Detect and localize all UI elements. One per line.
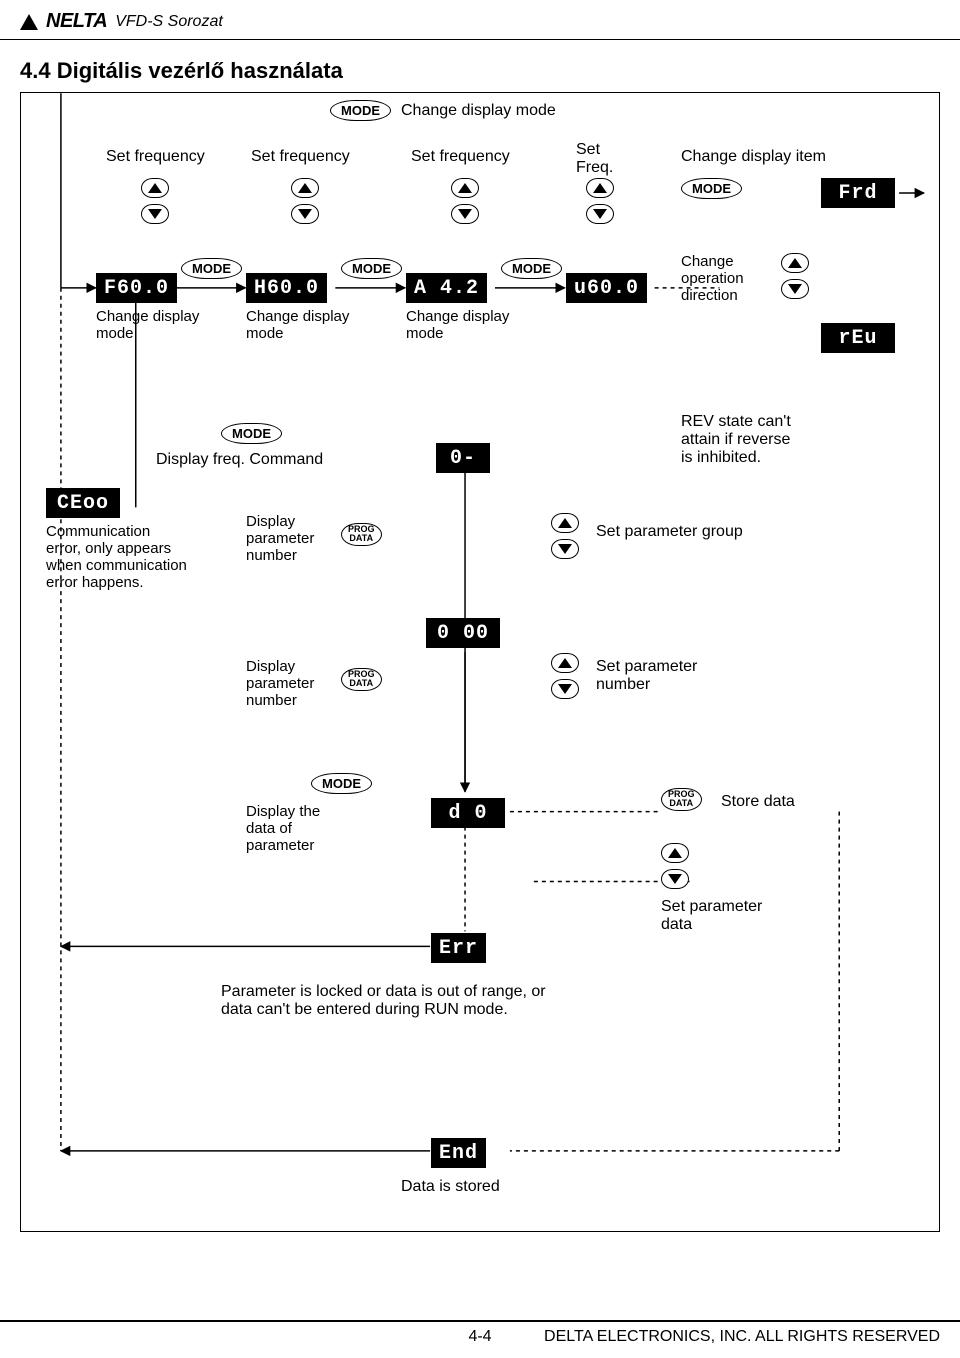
updown-setfreq-3[interactable] <box>451 178 479 224</box>
display-000: 0 00 <box>426 618 500 648</box>
data-label: DATA <box>349 679 373 688</box>
label-set-param-number: Set parameter number <box>596 658 697 694</box>
label-set-frequency-3: Set frequency <box>411 148 510 166</box>
arrow-down-icon[interactable] <box>586 204 614 224</box>
diagram-canvas: Set frequency Set frequency Set frequenc… <box>20 92 940 1232</box>
updown-setfreq-4[interactable] <box>586 178 614 224</box>
display-ceoo: CEoo <box>46 488 120 518</box>
mode-button-data[interactable]: MODE <box>311 773 372 794</box>
display-end: End <box>431 1138 486 1168</box>
label-store-data: Store data <box>721 793 795 811</box>
data-label: DATA <box>349 534 373 543</box>
arrow-up-icon[interactable] <box>451 178 479 198</box>
page-number: 4-4 <box>468 1328 491 1346</box>
display-u600: u60.0 <box>566 273 647 303</box>
footer-copyright: DELTA ELECTRONICS, INC. ALL RIGHTS RESER… <box>544 1328 940 1346</box>
label-disp-param-num-2: Display parameter number <box>246 658 314 709</box>
series-name: VFD-S Sorozat <box>115 13 223 31</box>
arrow-down-icon[interactable] <box>781 279 809 299</box>
updown-setfreq-2[interactable] <box>291 178 319 224</box>
arrow-down-icon[interactable] <box>661 869 689 889</box>
page-header: NELTA VFD-S Sorozat <box>0 0 960 40</box>
label-set-frequency-1: Set frequency <box>106 148 205 166</box>
updown-param-number[interactable] <box>551 653 579 699</box>
mode-button-frd[interactable]: MODE <box>681 178 742 199</box>
display-reu: rEu <box>821 323 895 353</box>
data-label: DATA <box>669 799 693 808</box>
arrow-up-icon[interactable] <box>291 178 319 198</box>
arrow-up-icon[interactable] <box>781 253 809 273</box>
label-disp-param-num-1: Display parameter number <box>246 513 314 564</box>
display-a42: A 4.2 <box>406 273 487 303</box>
display-zero-dash: 0- <box>436 443 490 473</box>
arrow-down-icon[interactable] <box>551 679 579 699</box>
arrow-down-icon[interactable] <box>291 204 319 224</box>
arrow-up-icon[interactable] <box>551 653 579 673</box>
arrow-up-icon[interactable] <box>661 843 689 863</box>
section-title: 4.4 Digitális vezérlő használata <box>0 40 960 92</box>
prog-data-button-store[interactable]: PROG DATA <box>661 788 702 811</box>
label-data-stored: Data is stored <box>401 1178 500 1196</box>
mode-button-1[interactable]: MODE <box>181 258 242 279</box>
arrow-down-icon[interactable] <box>551 539 579 559</box>
mode-button-3[interactable]: MODE <box>501 258 562 279</box>
label-display-data-of-param: Display the data of parameter <box>246 803 320 854</box>
display-d0: d 0 <box>431 798 505 828</box>
label-display-freq-cmd: Display freq. Command <box>156 451 323 469</box>
label-set-freq-short: Set Freq. <box>576 141 613 177</box>
arrow-down-icon[interactable] <box>451 204 479 224</box>
label-cdm-2: Change display mode <box>246 308 349 342</box>
delta-logo-icon <box>20 14 38 30</box>
label-cdm-1: Change display mode <box>96 308 199 342</box>
prog-data-button-2[interactable]: PROG DATA <box>341 668 382 691</box>
label-change-display-item: Change display item <box>681 148 826 166</box>
label-rev-note: REV state can't attain if reverse is inh… <box>681 413 791 467</box>
arrow-up-icon[interactable] <box>141 178 169 198</box>
updown-op-dir[interactable] <box>781 253 809 299</box>
updown-setfreq-1[interactable] <box>141 178 169 224</box>
label-set-frequency-2: Set frequency <box>251 148 350 166</box>
label-change-op-dir: Change operation direction <box>681 253 744 304</box>
display-h600: H60.0 <box>246 273 327 303</box>
display-frd: Frd <box>821 178 895 208</box>
arrow-down-icon[interactable] <box>141 204 169 224</box>
display-f600: F60.0 <box>96 273 177 303</box>
label-err-note: Parameter is locked or data is out of ra… <box>221 983 546 1019</box>
brand-name: NELTA <box>46 10 107 33</box>
updown-param-data[interactable] <box>661 843 689 889</box>
display-err: Err <box>431 933 486 963</box>
label-cdm-3: Change display mode <box>406 308 509 342</box>
page-footer: 4-4 DELTA ELECTRONICS, INC. ALL RIGHTS R… <box>0 1320 960 1358</box>
mode-button-freqcmd[interactable]: MODE <box>221 423 282 444</box>
mode-button-2[interactable]: MODE <box>341 258 402 279</box>
arrow-up-icon[interactable] <box>586 178 614 198</box>
label-set-param-group: Set parameter group <box>596 523 743 541</box>
label-comm-error: Communication error, only appears when c… <box>46 523 187 591</box>
label-set-param-data: Set parameter data <box>661 898 762 934</box>
updown-param-group[interactable] <box>551 513 579 559</box>
prog-data-button-1[interactable]: PROG DATA <box>341 523 382 546</box>
arrow-up-icon[interactable] <box>551 513 579 533</box>
